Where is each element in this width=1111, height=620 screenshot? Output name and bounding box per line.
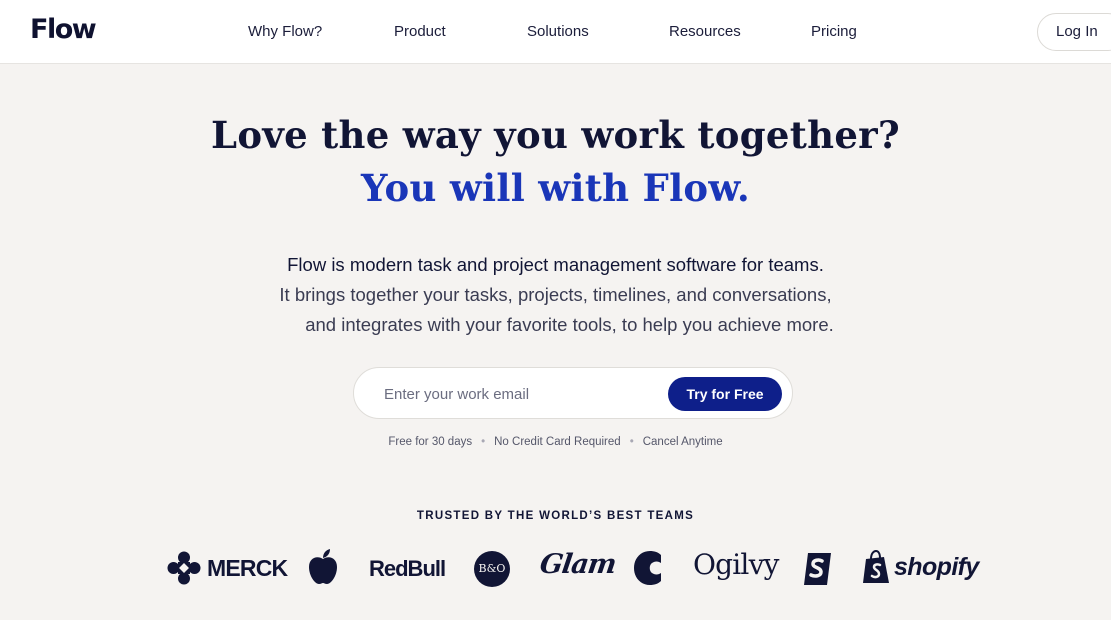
signup-form: Try for Free [353,367,793,419]
try-for-free-button[interactable]: Try for Free [668,377,782,411]
hero-section: Love the way you work together? You will… [0,65,1111,610]
shopify-bag-icon [863,550,889,583]
shopify-s-logo [804,553,831,585]
signup-perks: Free for 30 days • No Credit Card Required… [0,436,1111,448]
ogilvy-logo: Ogilvy [693,549,779,581]
hero-description-line-3: and integrates with your favorite tools,… [305,314,834,335]
hero-description-line-1: Flow is modern task and project manageme… [287,254,824,275]
glam-logo: Glam [537,549,618,581]
nav-solutions[interactable]: Solutions [527,22,589,42]
perk-cancel-anytime: Cancel Anytime [642,436,723,448]
shopify-logo: shopify [862,550,979,584]
glam-wordmark: Glam [537,549,618,580]
ogilvy-wordmark: Ogilvy [693,548,779,581]
redbull-logo: RedBull [369,553,446,585]
flow-logo[interactable]: Flow [30,14,97,46]
s-badge-icon [804,553,831,585]
hero-subheadline: You will with Flow. [360,166,751,210]
merck-wordmark: MERCK [207,555,288,581]
hero-headline: Love the way you work together? [211,113,900,157]
dot-separator: • [629,436,634,448]
apple-icon [309,549,337,584]
merck-icon [167,551,201,585]
perk-no-credit-card: No Credit Card Required [494,436,621,448]
nav-product[interactable]: Product [394,22,446,42]
apple-logo [307,549,339,585]
nav-pricing[interactable]: Pricing [811,22,857,42]
work-email-input[interactable] [384,382,654,406]
dot-separator: • [481,436,486,448]
shopify-wordmark: shopify [894,553,979,581]
trusted-by-title: TRUSTED BY THE WORLD’S BEST TEAMS [416,510,695,522]
top-navbar: Flow Why Flow? Product Solutions Resourc… [0,0,1111,64]
login-button[interactable]: Log In [1037,13,1111,51]
bang-olufsen-logo: B&O [474,551,510,587]
carhartt-logo [633,551,663,585]
nav-why-flow[interactable]: Why Flow? [248,22,322,42]
bang-olufsen-badge: B&O [474,551,510,587]
redbull-wordmark: RedBull [369,556,446,581]
merck-logo: MERCK [167,551,288,585]
carhartt-icon [634,551,661,585]
perk-free-trial: Free for 30 days [388,436,473,448]
nav-resources[interactable]: Resources [669,22,741,42]
hero-description-line-2: It brings together your tasks, projects,… [279,284,832,305]
